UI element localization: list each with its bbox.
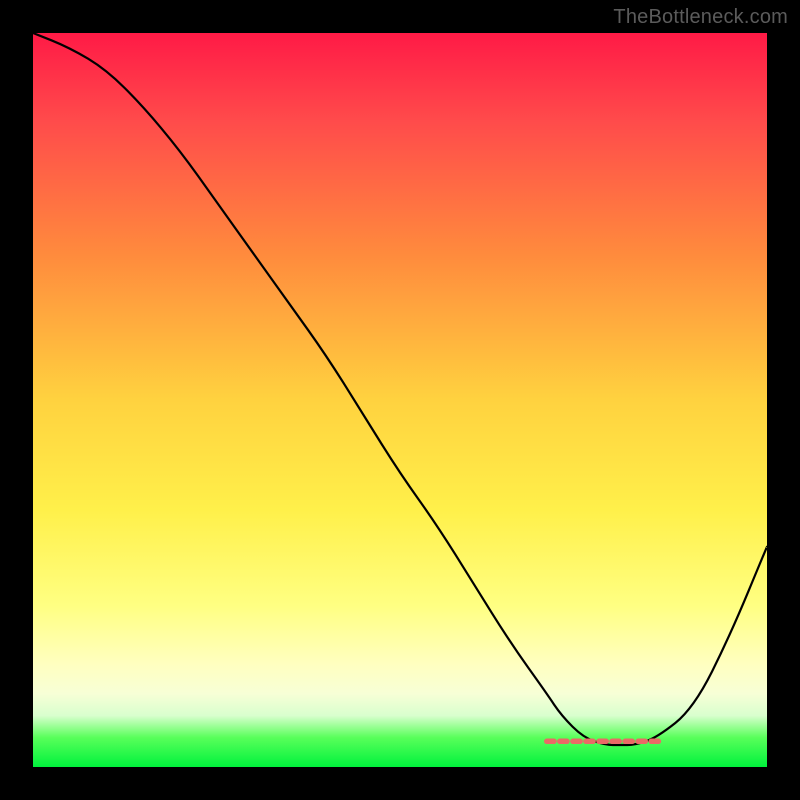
watermark-label: TheBottleneck.com [613, 6, 788, 29]
curve-path [33, 33, 767, 745]
chart-plot-area [33, 33, 767, 767]
bottleneck-curve [33, 33, 767, 767]
